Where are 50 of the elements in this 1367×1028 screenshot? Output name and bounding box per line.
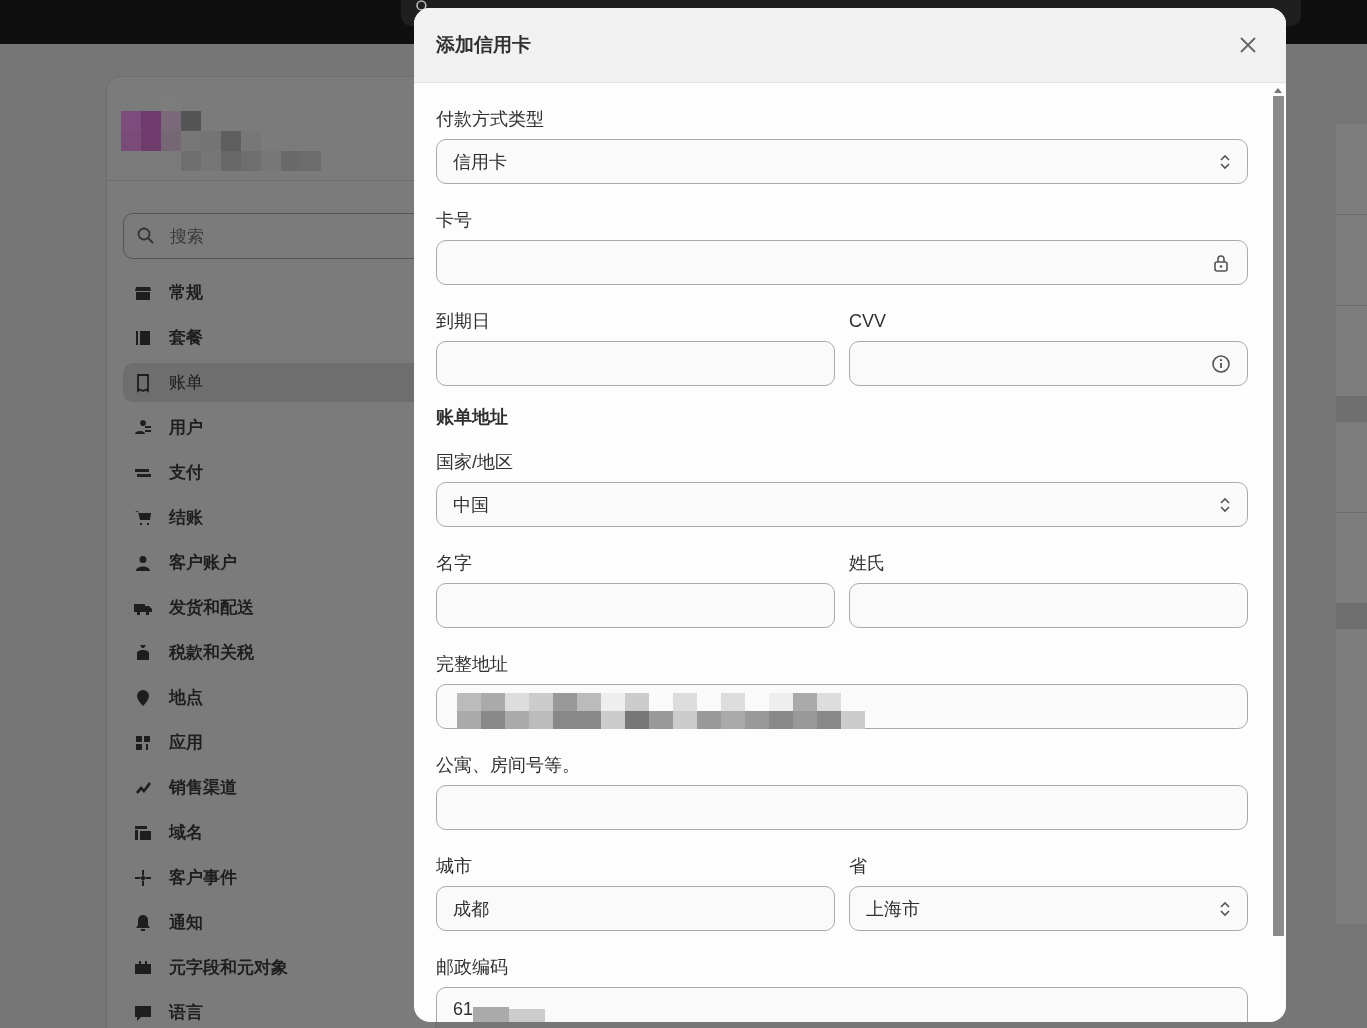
nav-item[interactable]: 客户账户 (123, 543, 435, 582)
field-label: 省 (849, 856, 868, 876)
input-field[interactable] (436, 240, 1248, 285)
field-label: 卡号 (436, 210, 473, 230)
nav-item[interactable]: 结账 (123, 498, 435, 537)
input-field[interactable] (436, 684, 1248, 729)
nav-item[interactable]: 应用 (123, 723, 435, 762)
field-label: 姓氏 (849, 553, 886, 573)
select-field[interactable]: 信用卡 (436, 139, 1248, 184)
search-placeholder: 搜索 (170, 225, 204, 248)
field-label: 公寓、房间号等。 (436, 755, 581, 775)
dialog-title: 添加信用卡 (436, 33, 531, 57)
field-label: 城市 (436, 856, 473, 876)
nav-item[interactable]: 地点 (123, 678, 435, 717)
select-field[interactable]: 上海市 (849, 886, 1248, 931)
section-heading: 账单地址 (436, 407, 508, 427)
nav-item[interactable]: 套餐 (123, 318, 435, 357)
nav-item[interactable]: 发货和配送 (123, 588, 435, 627)
field-label: 完整地址 (436, 654, 509, 674)
scroll-up-icon[interactable] (1273, 87, 1283, 93)
input-field[interactable] (849, 583, 1248, 628)
nav-item[interactable]: 常规 (123, 273, 435, 312)
select-field[interactable]: 中国 (436, 482, 1248, 527)
input-field[interactable] (436, 341, 835, 386)
nav-item[interactable]: 元字段和元对象 (123, 948, 435, 987)
nav-item[interactable]: 用户 (123, 408, 435, 447)
nav-item[interactable]: 支付 (123, 453, 435, 492)
input-field[interactable] (849, 341, 1248, 386)
nav-icon (133, 867, 153, 888)
nav-item[interactable]: 通知 (123, 903, 435, 942)
nav-item[interactable]: 税款和关税 (123, 633, 435, 672)
field-label: 付款方式类型 (436, 109, 545, 129)
field-label: 到期日 (436, 311, 491, 331)
close-icon (1238, 35, 1258, 55)
field-label: 名字 (436, 553, 473, 573)
search-icon (136, 226, 156, 246)
nav-item[interactable]: 销售渠道 (123, 768, 435, 807)
field-label: 国家/地区 (436, 452, 514, 472)
nav-icon (133, 912, 153, 933)
field-label: CVV (849, 311, 887, 331)
lock-icon (1211, 252, 1231, 273)
input-field[interactable] (436, 583, 835, 628)
field-label: 邮政编码 (436, 957, 509, 977)
input-field[interactable] (436, 785, 1248, 830)
input-field[interactable]: 61 (436, 987, 1248, 1022)
nav-item[interactable]: 域名 (123, 813, 435, 852)
nav-item[interactable]: 客户事件 (123, 858, 435, 897)
nav-item[interactable]: 语言 (123, 993, 435, 1028)
input-field[interactable]: 成都 (436, 886, 835, 931)
info-icon (1211, 353, 1231, 374)
